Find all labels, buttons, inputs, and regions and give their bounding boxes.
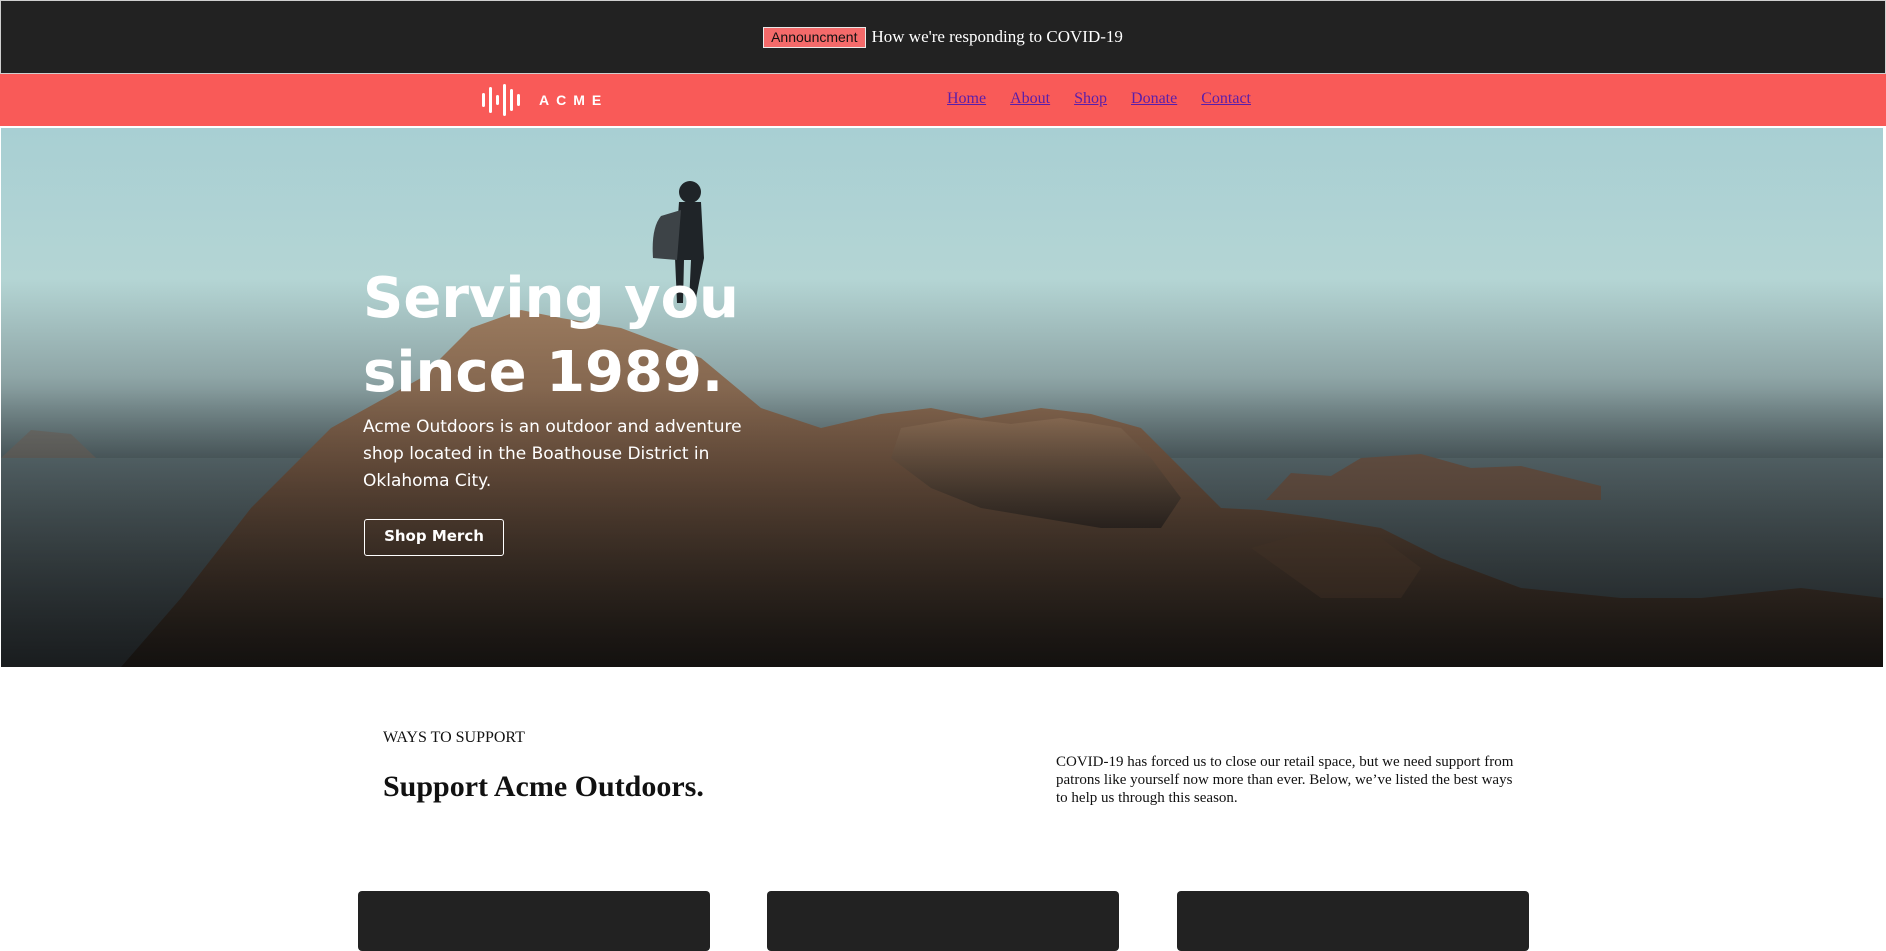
nav-donate[interactable]: Donate [1131,90,1177,108]
logo[interactable]: ACME [481,84,608,116]
nav-contact[interactable]: Contact [1201,90,1251,108]
nav-home[interactable]: Home [947,90,986,108]
nav-about[interactable]: About [1010,90,1050,108]
main-nav: Home About Shop Donate Contact [947,90,1251,108]
support-card[interactable] [767,891,1119,951]
support-card[interactable] [1177,891,1529,951]
hero-section: Serving you since 1989. Acme Outdoors is… [1,128,1883,667]
logo-waveform-icon [482,84,520,116]
section-title: Support Acme Outdoors. [383,770,704,803]
hero-title: Serving you since 1989. [363,266,739,405]
support-card[interactable] [358,891,710,951]
logo-text: ACME [539,92,609,108]
announcement-bar: Announcment How we're responding to COVI… [0,0,1886,74]
announcement-link[interactable]: How we're responding to COVID-19 [872,27,1123,47]
hero-description: Acme Outdoors is an outdoor and adventur… [363,417,742,491]
nav-shop[interactable]: Shop [1074,90,1107,108]
site-header: ACME Home About Shop Donate Contact [0,74,1886,126]
section-description: COVID-19 has forced us to close our reta… [1056,754,1514,806]
section-eyebrow: WAYS TO SUPPORT [383,729,525,746]
announcement-badge: Announcment [763,26,866,48]
shop-merch-button[interactable]: Shop Merch [364,519,504,556]
hero-background-image [1,181,1883,667]
